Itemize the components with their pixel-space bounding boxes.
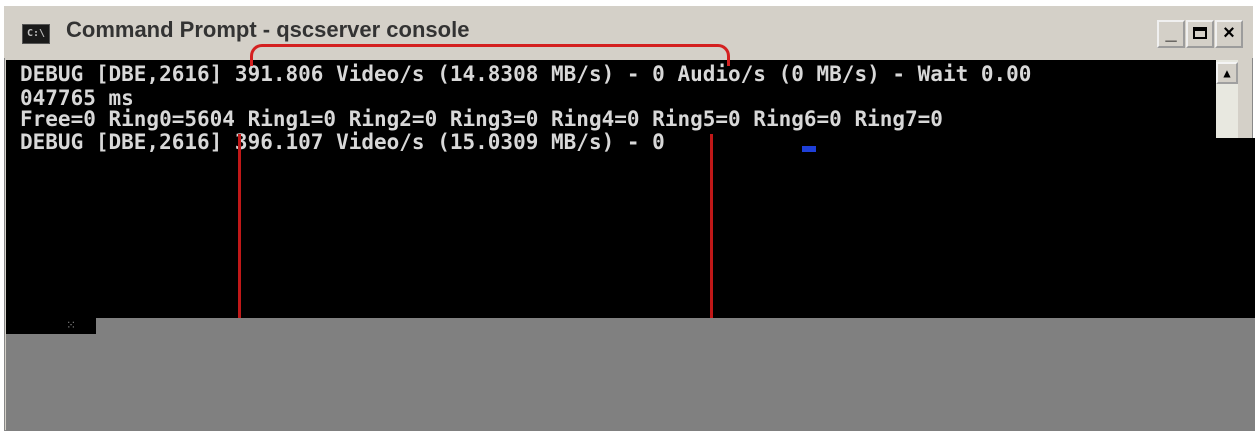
minimize-button[interactable]: _ (1157, 20, 1185, 48)
scroll-up-arrow-icon[interactable]: ▲ (1216, 62, 1238, 84)
maximize-icon (1193, 27, 1207, 39)
maximize-button[interactable] (1186, 20, 1214, 48)
close-button[interactable]: × (1215, 20, 1243, 48)
cmd-icon[interactable]: C:\ (22, 24, 50, 44)
text-cursor (802, 146, 816, 152)
highlight-right-edge (710, 134, 713, 318)
window-title: Command Prompt - qscserver console (66, 17, 470, 42)
gray-background (6, 318, 1255, 431)
red-highlight-annotation (238, 44, 730, 318)
console-line: 047765 ms (20, 86, 134, 110)
grip-icon: ⁙ (66, 318, 77, 332)
dark-tab (6, 318, 96, 334)
highlight-top-edge (250, 44, 730, 66)
highlight-left-edge (238, 134, 241, 318)
